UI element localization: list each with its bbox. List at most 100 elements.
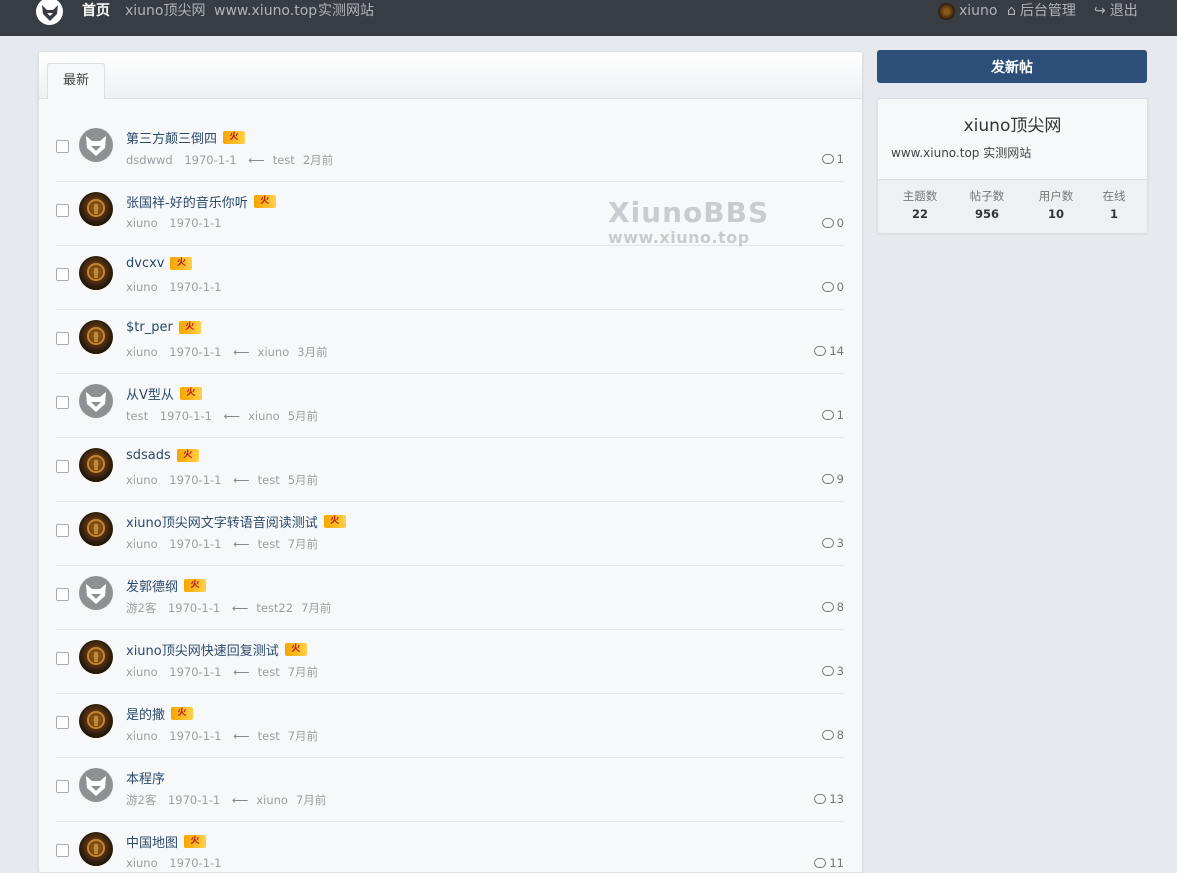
last-reply-user[interactable]: xiuno [256, 793, 288, 807]
thread-row[interactable]: 是的撒火 xiuno 1970-1-1 ⟵ test 7月前 8 [56, 694, 844, 758]
thread-subject[interactable]: 中国地图火 [126, 832, 207, 851]
thread-subject[interactable]: 从V型从火 [126, 384, 202, 403]
thread-checkbox[interactable] [56, 460, 69, 473]
thread-author[interactable]: xiuno [126, 537, 158, 551]
last-reply-user[interactable]: test22 [256, 601, 293, 615]
thread-subject[interactable]: 第三方颠三倒四火 [126, 128, 246, 147]
site-logo-icon[interactable] [36, 0, 63, 25]
nav-home[interactable]: 首页 [82, 1, 110, 21]
user-avatar[interactable] [79, 448, 113, 482]
thread-subject[interactable]: sdsads 火 [126, 448, 199, 463]
thread-author[interactable]: 游2客 [126, 793, 156, 807]
user-avatar[interactable] [79, 576, 113, 610]
thread-subject[interactable]: xiuno顶尖网文字转语音阅读测试火 [126, 512, 346, 531]
thread-subject[interactable]: 本程序 [126, 768, 165, 787]
thread-checkbox[interactable] [56, 396, 69, 409]
comment-icon [821, 154, 834, 164]
thread-title[interactable]: $tr_per [126, 320, 173, 335]
user-avatar[interactable] [79, 128, 113, 162]
last-reply-user[interactable]: xiuno [248, 409, 280, 423]
last-reply-user[interactable]: xiuno [258, 345, 290, 359]
last-reply-time: 7月前 [295, 793, 327, 807]
thread-author[interactable]: xiuno [126, 216, 158, 230]
thread-checkbox[interactable] [56, 524, 69, 537]
thread-row[interactable]: 中国地图火 xiuno 1970-1-1 11 [56, 822, 844, 872]
thread-author[interactable]: dsdwwd [126, 153, 173, 167]
thread-checkbox[interactable] [56, 716, 69, 729]
thread-subject[interactable]: $tr_per 火 [126, 320, 201, 335]
thread-title[interactable]: 从V型从 [126, 384, 174, 403]
thread-title[interactable]: sdsads [126, 448, 171, 463]
thread-row[interactable]: 从V型从火 test 1970-1-1 ⟵ xiuno 5月前 1 [56, 374, 844, 438]
user-avatar[interactable] [79, 512, 113, 546]
last-reply-time: 7月前 [301, 601, 332, 615]
user-avatar[interactable] [79, 192, 113, 226]
thread-title[interactable]: 是的撒 [126, 704, 165, 723]
thread-subject[interactable]: 发郭德纲火 [126, 576, 207, 595]
thread-author[interactable]: test [126, 409, 148, 423]
thread-checkbox[interactable] [56, 204, 69, 217]
new-post-button[interactable]: 发新帖 [877, 50, 1147, 83]
thread-author[interactable]: xiuno [126, 665, 158, 679]
last-reply-user[interactable]: test [258, 537, 280, 551]
last-reply-time: 5月前 [287, 409, 319, 423]
thread-row[interactable]: 第三方颠三倒四火 dsdwwd 1970-1-1 ⟵ test 2月前 1 [56, 118, 844, 182]
thread-checkbox[interactable] [56, 332, 69, 345]
logout-link[interactable]: ↪ 退出 [1094, 1, 1138, 21]
thread-checkbox[interactable] [56, 588, 69, 601]
user-avatar[interactable] [79, 384, 113, 418]
thread-title[interactable]: 本程序 [126, 768, 165, 787]
last-reply-user[interactable]: test [258, 729, 280, 743]
user-avatar[interactable] [79, 704, 113, 738]
nav-xiuno-top[interactable]: www.xiuno.top [214, 1, 317, 21]
reply-count: 13 [814, 792, 844, 806]
thread-title[interactable]: 第三方颠三倒四 [126, 128, 217, 147]
thread-title[interactable]: 张国祥-好的音乐你听 [126, 192, 248, 211]
thread-checkbox[interactable] [56, 780, 69, 793]
last-reply-user[interactable]: test [273, 153, 295, 167]
thread-title[interactable]: 发郭德纲 [126, 576, 178, 595]
thread-subject[interactable]: xiuno顶尖网快速回复测试火 [126, 640, 307, 659]
nav-xiuno[interactable]: xiuno顶尖网 [125, 1, 206, 21]
thread-subject[interactable]: dvcxv 火 [126, 256, 193, 271]
user-avatar[interactable] [79, 832, 113, 866]
thread-title[interactable]: xiuno顶尖网快速回复测试 [126, 640, 279, 659]
thread-checkbox[interactable] [56, 140, 69, 153]
thread-author[interactable]: xiuno [126, 729, 158, 743]
thread-checkbox[interactable] [56, 844, 69, 857]
comment-icon [814, 346, 827, 356]
tab-latest[interactable]: 最新 [47, 63, 105, 99]
thread-author[interactable]: 游2客 [126, 601, 156, 615]
reply-count: 1 [821, 408, 844, 422]
last-reply-user[interactable]: test [258, 473, 280, 487]
thread-row[interactable]: sdsads 火 xiuno 1970-1-1 ⟵ test 5月前 9 [56, 438, 844, 502]
thread-row[interactable]: 发郭德纲火 游2客 1970-1-1 ⟵ test22 7月前 8 [56, 566, 844, 630]
user-menu[interactable]: xiuno [938, 1, 998, 21]
user-avatar[interactable] [79, 640, 113, 674]
thread-subject[interactable]: 是的撒火 [126, 704, 194, 723]
thread-row[interactable]: $tr_per 火 xiuno 1970-1-1 ⟵ xiuno 3月前 14 [56, 310, 844, 374]
stat-threads-label: 主题数 [902, 189, 938, 203]
user-avatar[interactable] [79, 256, 113, 290]
thread-row[interactable]: xiuno顶尖网文字转语音阅读测试火 xiuno 1970-1-1 ⟵ test 7… [56, 502, 844, 566]
user-avatar[interactable] [79, 768, 113, 802]
user-avatar[interactable] [79, 320, 113, 354]
thread-row[interactable]: xiuno顶尖网快速回复测试火 xiuno 1970-1-1 ⟵ test 7月前 … [56, 630, 844, 694]
thread-checkbox[interactable] [56, 652, 69, 665]
thread-row[interactable]: dvcxv 火 xiuno 1970-1-1 0 [56, 246, 844, 310]
thread-subject[interactable]: 张国祥-好的音乐你听火 [126, 192, 276, 211]
thread-author[interactable]: xiuno [126, 345, 158, 359]
nav-test-site[interactable]: 实测网站 [318, 1, 374, 21]
last-reply-user[interactable]: test [258, 665, 280, 679]
reply-count-value: 14 [829, 344, 844, 358]
thread-title[interactable]: dvcxv [126, 256, 164, 271]
thread-author[interactable]: xiuno [126, 473, 158, 487]
thread-date: 1970-1-1 [169, 280, 222, 294]
admin-link[interactable]: ⌂ 后台管理 [1007, 1, 1076, 21]
thread-author[interactable]: xiuno [126, 856, 158, 870]
thread-author[interactable]: xiuno [126, 280, 158, 294]
thread-checkbox[interactable] [56, 268, 69, 281]
thread-title[interactable]: xiuno顶尖网文字转语音阅读测试 [126, 512, 318, 531]
thread-title[interactable]: 中国地图 [126, 832, 178, 851]
thread-row[interactable]: 本程序 游2客 1970-1-1 ⟵ xiuno 7月前 13 [56, 758, 844, 822]
